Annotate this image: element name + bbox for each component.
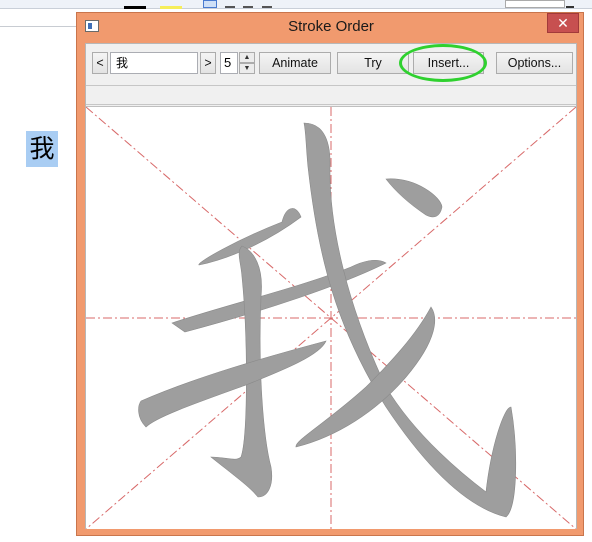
dropdown-arrow-icon[interactable] xyxy=(566,0,574,8)
stroke-canvas-svg xyxy=(86,107,576,529)
style-box-icon[interactable] xyxy=(505,0,565,8)
selected-document-character[interactable]: 我 xyxy=(26,131,58,167)
next-char-button[interactable]: > xyxy=(200,52,216,74)
stroke-4-ti xyxy=(138,340,327,428)
stroke-order-dialog: Stroke Order ✕ < 我 > 5 ▲ ▼ Animate Try I… xyxy=(76,12,584,536)
character-strokes xyxy=(138,122,517,518)
font-color-icon[interactable] xyxy=(124,0,146,9)
ruler-line xyxy=(0,26,78,27)
background-toolbar xyxy=(0,0,592,9)
dialog-title: Stroke Order xyxy=(288,18,374,35)
spin-up-button[interactable]: ▲ xyxy=(239,52,255,63)
insert-highlight-ring xyxy=(399,44,487,82)
justify-icon[interactable] xyxy=(262,0,272,8)
animate-button[interactable]: Animate xyxy=(259,52,331,74)
status-bar xyxy=(86,85,576,105)
character-input[interactable]: 我 xyxy=(110,52,198,74)
close-button[interactable]: ✕ xyxy=(547,13,579,33)
align-center-icon[interactable] xyxy=(225,0,235,8)
dialog-client-area: < 我 > 5 ▲ ▼ Animate Try Insert... Option… xyxy=(85,43,577,529)
highlight-color-icon[interactable] xyxy=(160,0,182,9)
align-right-icon[interactable] xyxy=(243,0,253,8)
stroke-7-dian xyxy=(385,178,443,218)
prev-char-button[interactable]: < xyxy=(92,52,108,74)
spin-down-button[interactable]: ▼ xyxy=(239,63,255,74)
stroke-count-input[interactable]: 5 xyxy=(220,52,238,74)
align-left-icon[interactable] xyxy=(203,0,217,8)
options-button[interactable]: Options... xyxy=(496,52,573,74)
stroke-canvas[interactable] xyxy=(86,106,576,529)
